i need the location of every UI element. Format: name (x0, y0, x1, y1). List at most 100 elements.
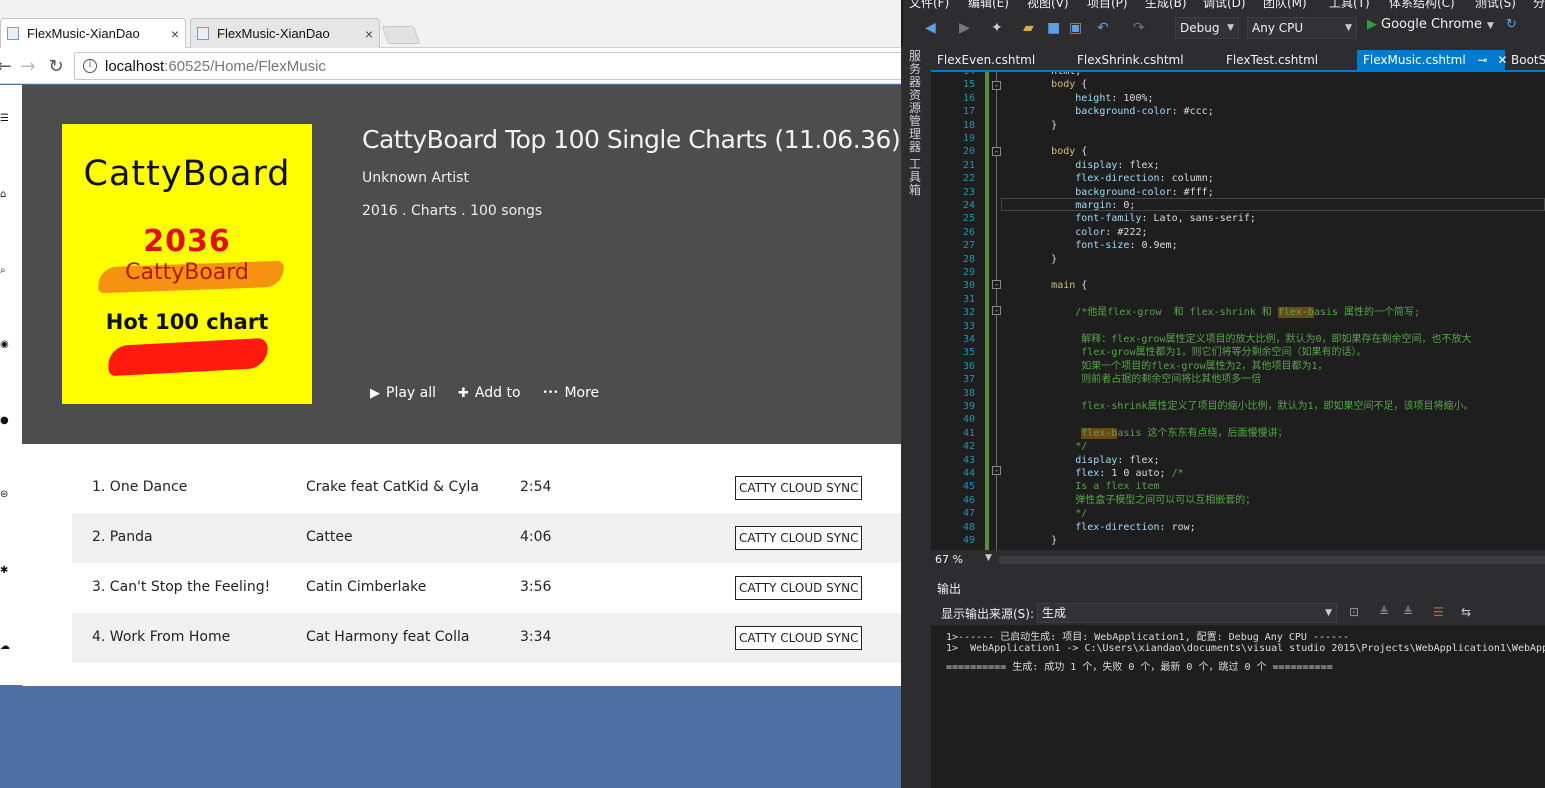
song-row[interactable]: 4. Work From Home Cat Harmony feat Colla… (72, 613, 901, 663)
menu-file[interactable]: 文件(F) (909, 0, 949, 11)
output-source-label: 显示输出来源(S): (941, 607, 1035, 621)
song-list: 1. One Dance Crake feat CatKid & Cyla 2:… (22, 444, 901, 686)
doc-tab-flexmusic[interactable]: FlexMusic.cshtml ⊸ ✕ (1357, 50, 1507, 70)
more-dots-icon: ••• (542, 388, 559, 398)
pin-icon[interactable]: ⊸ (1477, 53, 1487, 67)
forward-arrow-icon[interactable]: → (16, 54, 40, 78)
song-title: 4. Work From Home (92, 629, 231, 645)
menu-debug[interactable]: 调试(D) (1203, 0, 1246, 11)
fold-toggle-icon[interactable]: - (992, 306, 1001, 315)
prev-message-icon[interactable]: ≜ (1379, 605, 1389, 619)
chevron-down-icon[interactable]: ▼ (985, 553, 992, 563)
menu-test[interactable]: 测试(S) (1475, 0, 1516, 11)
menu-icon[interactable]: ☰ (0, 113, 10, 124)
browser-tab-strip: FlexMusic-XianDao × FlexMusic-XianDao × (0, 0, 901, 48)
search-icon[interactable]: ⌕ (0, 265, 10, 276)
more-button[interactable]: ••• More (543, 385, 600, 401)
more-label: More (564, 385, 600, 401)
code-line: background-color: #ccc; (1075, 106, 1214, 118)
tab-close-icon[interactable]: × (359, 26, 379, 42)
tab-close-icon[interactable]: × (165, 26, 185, 42)
cover-subtitle: Hot 100 chart (105, 310, 269, 334)
platform-select[interactable]: Any CPU ▼ (1247, 17, 1357, 39)
browser-tab-2[interactable]: FlexMusic-XianDao × (190, 18, 380, 48)
song-row[interactable]: 3. Can't Stop the Feeling! Catin Cimberl… (72, 563, 901, 613)
doc-tab-flexeven[interactable]: FlexEven.cshtml (931, 50, 1071, 70)
chevron-down-icon: ▼ (1486, 21, 1494, 31)
output-line: ========== 生成: 成功 1 个，失败 0 个，最新 0 个，跳过 0… (946, 662, 1333, 673)
menu-team[interactable]: 团队(M) (1263, 0, 1307, 11)
output-source-select[interactable]: 生成 ▼ (1037, 603, 1337, 623)
nav-forward-icon[interactable]: ▶ (959, 20, 970, 36)
menu-architecture[interactable]: 体系结构(C) (1389, 0, 1455, 11)
doc-tab-flextest[interactable]: FlexTest.cshtml (1220, 50, 1360, 70)
disc-icon[interactable]: ⊜ (0, 489, 10, 500)
code-line: display: flex; (1075, 454, 1160, 466)
open-folder-icon[interactable]: ▰ (1023, 20, 1034, 36)
song-row[interactable]: 2. Panda Cattee 4:06 CATTY CLOUD SYNC (72, 513, 901, 563)
horizontal-scrollbar[interactable] (999, 556, 1545, 564)
play-all-button[interactable]: ▶ Play all (370, 385, 436, 401)
configuration-select[interactable]: Debug ▼ (1175, 17, 1239, 39)
menu-build[interactable]: 生成(B) (1145, 0, 1187, 11)
new-project-icon[interactable]: ✦ (991, 20, 1003, 36)
fold-toggle-icon[interactable]: - (992, 81, 1001, 90)
output-line: 1> WebApplication1 -> C:\Users\xiandao\d… (946, 643, 1545, 654)
people-icon[interactable]: ● (0, 415, 10, 426)
address-bar[interactable]: i localhost :60525/Home/FlexMusic (74, 52, 901, 80)
cloud-sync-button[interactable]: CATTY CLOUD SYNC (735, 476, 863, 500)
output-pane-header: 输出 (931, 578, 1545, 598)
cloud-sync-button[interactable]: CATTY CLOUD SYNC (735, 576, 863, 600)
zoom-level[interactable]: 67 % (935, 553, 963, 566)
home-icon[interactable]: ⌂ (0, 189, 10, 200)
line-number: 39 (962, 401, 975, 412)
back-arrow-icon[interactable]: ← (0, 54, 16, 78)
cover-red-brushstroke (107, 337, 269, 377)
code-line: } (1003, 253, 1058, 265)
play-icon: ▶ (1367, 17, 1377, 32)
find-message-icon[interactable]: ⊡ (1349, 605, 1359, 619)
code-editor[interactable]: 14 1516 1718 19 2021 2223 24 2526 2728 29 3031 3233… (931, 72, 1545, 550)
undo-icon[interactable]: ↶ (1097, 20, 1109, 36)
menu-project[interactable]: 项目(P) (1087, 0, 1128, 11)
radio-icon[interactable]: ◉ (0, 339, 10, 350)
toolbox-tab[interactable]: 工具箱 (909, 158, 923, 197)
menu-view[interactable]: 视图(V) (1027, 0, 1069, 11)
album-artist[interactable]: Unknown Artist (362, 170, 900, 186)
run-button[interactable]: ▶ Google Chrome ▼ ↻ (1367, 17, 1517, 32)
save-all-icon[interactable]: ▣ (1069, 20, 1082, 36)
settings-icon[interactable]: ✱ (0, 565, 10, 576)
browser-tab-1[interactable]: FlexMusic-XianDao × (0, 18, 186, 48)
add-to-button[interactable]: ✚ Add to (458, 385, 521, 401)
menu-more[interactable]: 分 (1533, 0, 1545, 11)
new-tab-button[interactable] (381, 26, 421, 44)
code-line: flex-basis 这个东东有点绕，后面慢慢讲； (1081, 427, 1288, 439)
song-artist: Crake feat CatKid & Cyla (306, 479, 479, 495)
fold-toggle-icon[interactable]: - (992, 466, 1001, 475)
line-number: 46 (962, 494, 975, 506)
word-wrap-icon[interactable]: ⇆ (1461, 605, 1471, 619)
output-pane-title: 输出 (937, 582, 962, 596)
fold-toggle-icon[interactable]: - (992, 147, 1001, 156)
song-row[interactable]: 1. One Dance Crake feat CatKid & Cyla 2:… (72, 463, 901, 513)
cloud-sync-button[interactable]: CATTY CLOUD SYNC (735, 626, 863, 650)
doc-tab-flexshrink[interactable]: FlexShrink.cshtml (1071, 50, 1220, 70)
server-explorer-tab[interactable]: 服务器资源管理器 (909, 50, 923, 154)
refresh-icon[interactable]: ↻ (1506, 17, 1517, 32)
cloud-sync-button[interactable]: CATTY CLOUD SYNC (735, 526, 863, 550)
menu-edit[interactable]: 编辑(E) (968, 0, 1009, 11)
menu-tools[interactable]: 工具(T) (1329, 0, 1370, 11)
clear-all-icon[interactable]: ☰ (1433, 605, 1444, 619)
save-icon[interactable]: ■ (1047, 20, 1060, 36)
reload-icon[interactable]: ↻ (44, 54, 68, 78)
nav-back-icon[interactable]: ◀ (925, 20, 936, 36)
fold-toggle-icon[interactable]: - (992, 280, 1001, 289)
page-favicon-icon (7, 27, 19, 40)
doc-tab-bootstrap[interactable]: BootS (1505, 50, 1545, 70)
redo-icon[interactable]: ↷ (1133, 20, 1145, 36)
site-info-icon[interactable]: i (83, 59, 97, 73)
album-header: CattyBoard 2036 CattyBoard Hot 100 chart… (22, 85, 901, 444)
cloud-icon[interactable]: ☁ (0, 641, 10, 652)
output-text[interactable]: 1>------ 已启动生成: 项目: WebApplication1, 配置:… (931, 625, 1545, 788)
next-message-icon[interactable]: ≜ (1403, 605, 1413, 619)
